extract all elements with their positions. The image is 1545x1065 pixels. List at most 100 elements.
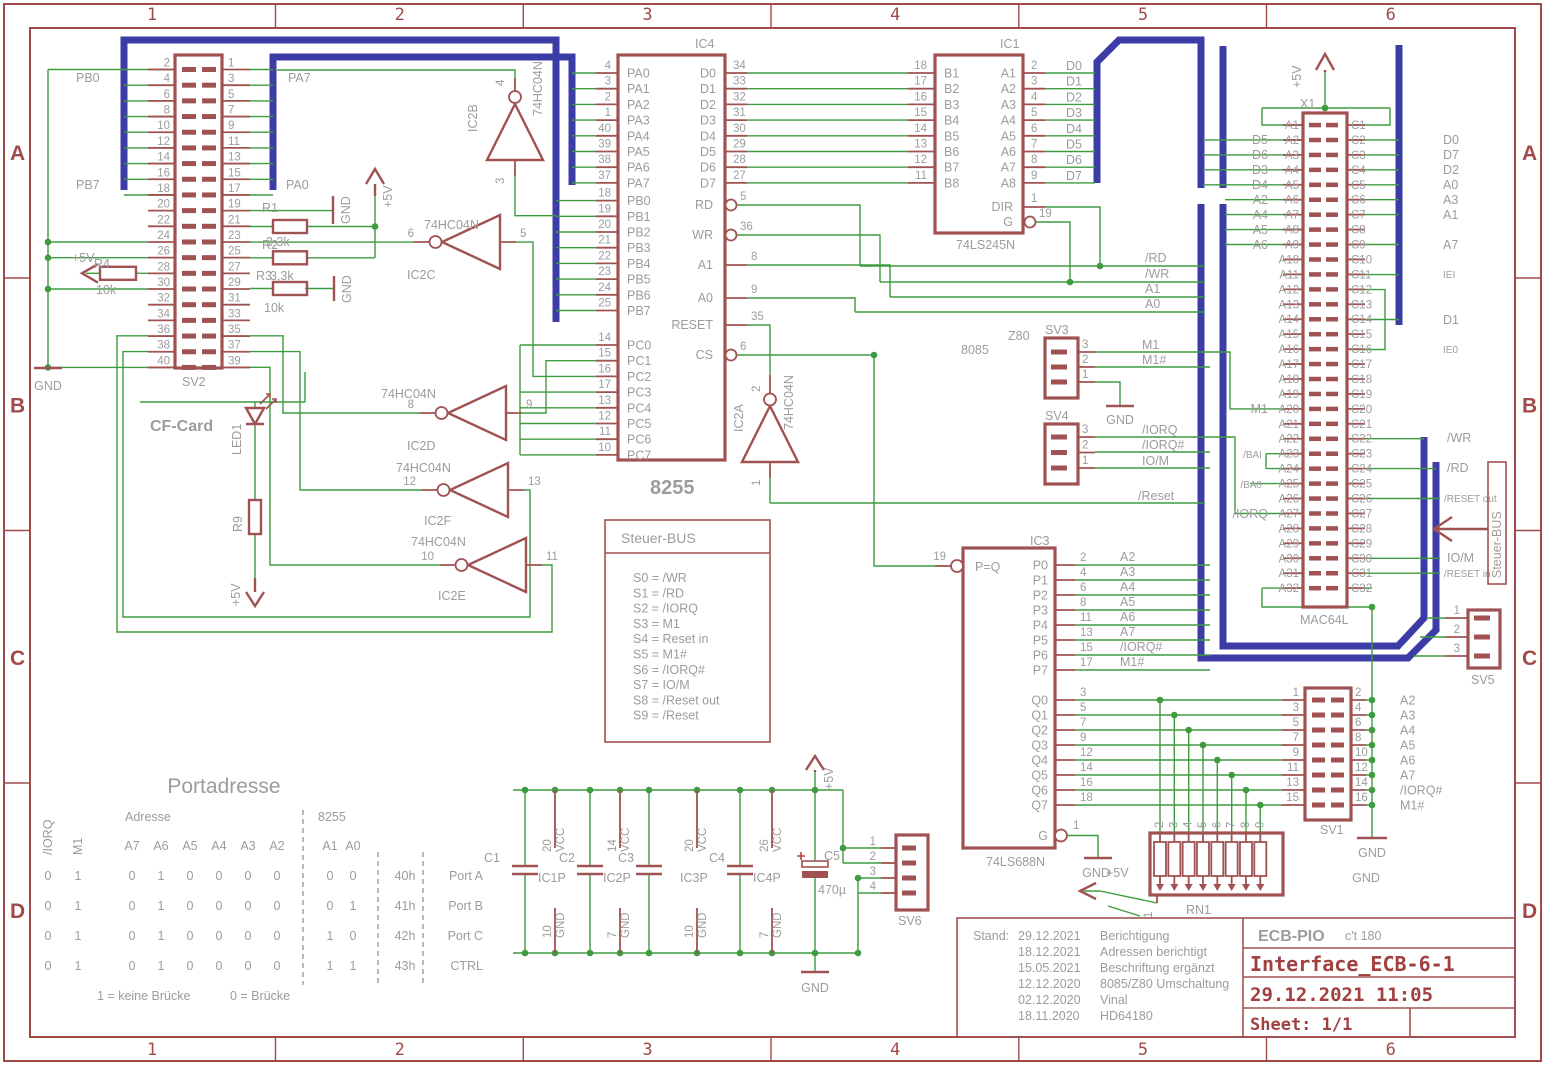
ic2b-part: 74HC04N xyxy=(531,61,545,116)
sv3-label: SV3 xyxy=(1045,323,1069,337)
x1-a-pin: A10 xyxy=(1279,254,1299,266)
x1-a-pin: A7 xyxy=(1285,210,1299,222)
x1-left-signals: D5 D6 D3 D4 A2 A4 A5 A6 M1 /BAI /BA0 /IO… xyxy=(1233,133,1269,521)
svg-text:1: 1 xyxy=(1073,820,1079,832)
ic1-b-num: 16 xyxy=(914,91,927,103)
ic3-g-bubble xyxy=(1055,830,1067,842)
ic2a-out-pin: 2 xyxy=(751,386,763,392)
svg-text:6: 6 xyxy=(740,341,746,353)
frame-row-left: C xyxy=(10,647,25,670)
svg-text:35: 35 xyxy=(751,311,764,323)
ic1-a-num: 5 xyxy=(1031,107,1037,119)
ic1-a-signal: D1 xyxy=(1066,75,1082,89)
x1-a-pin: A6 xyxy=(1285,195,1299,207)
ic1-name: IC1 xyxy=(1000,37,1020,51)
x1-c-pin: C21 xyxy=(1351,419,1372,431)
ic1-a-num: 4 xyxy=(1031,91,1038,103)
frame-col-top: 2 xyxy=(395,5,405,25)
svg-text:A0: A0 xyxy=(1443,178,1458,192)
r1-name: R1 xyxy=(262,201,278,215)
inverter-ic2a: 2 1 IC2A 74HC04N xyxy=(732,375,798,486)
svg-text:M1: M1 xyxy=(1251,402,1268,416)
svg-text:IEI: IEI xyxy=(1443,270,1455,281)
ic4-pb-name: PB4 xyxy=(627,257,651,271)
svg-text:GND: GND xyxy=(555,912,567,938)
rn1-arrow xyxy=(1156,884,1164,891)
ic4-pb-num: 21 xyxy=(598,235,611,247)
svg-text:IC4P: IC4P xyxy=(753,871,781,885)
rn1-resistor xyxy=(1226,842,1238,876)
sv2-pad-right xyxy=(202,302,216,307)
ic2f-part: 74HC04N xyxy=(396,461,451,475)
svg-text:0: 0 xyxy=(350,929,357,943)
ic4-pa-name: PA4 xyxy=(627,129,650,143)
rn1-resistor xyxy=(1211,842,1223,876)
x1-a-pin: A32 xyxy=(1279,583,1299,595)
frame-col-top: 6 xyxy=(1386,5,1396,25)
sv2-pin-number-right: 19 xyxy=(228,199,241,211)
legend-line: S7 = IO/M xyxy=(633,678,690,692)
tb-name: Interface_ECB-6-1 xyxy=(1250,952,1455,976)
ic4-d-name: D0 xyxy=(700,67,716,81)
sv2-pin-number-right: 9 xyxy=(228,120,234,132)
ic4-d-name: D2 xyxy=(700,98,716,112)
svg-text:10: 10 xyxy=(542,925,554,938)
svg-text:0: 0 xyxy=(45,959,52,973)
sv2-pin-number-right: 37 xyxy=(228,340,241,352)
ic2f-bubble xyxy=(438,484,450,496)
ic3-part: 74LS688N xyxy=(986,855,1045,869)
net-iom: IO/M xyxy=(1142,454,1169,468)
svg-text:5: 5 xyxy=(740,191,746,203)
ic3-q-num: 14 xyxy=(1080,762,1093,774)
legend-line: S6 = /IORQ# xyxy=(633,663,705,677)
svg-text:7: 7 xyxy=(759,932,771,938)
legend-line: S2 = /IORQ xyxy=(633,602,698,616)
ic2a-bubble xyxy=(764,394,776,406)
ic2e-bubble xyxy=(456,559,468,571)
r9-name: R9 xyxy=(231,516,245,532)
frame-row-left: B xyxy=(10,395,25,418)
ic1-b-num: 11 xyxy=(915,170,927,182)
rn1-pin1-num: 1 xyxy=(1143,912,1155,918)
sv6-pin-num: 3 xyxy=(870,866,876,878)
svg-text:41h: 41h xyxy=(395,899,416,913)
porttable-m1-header: M1 xyxy=(71,838,85,855)
ic4-pa-name: PA1 xyxy=(627,82,650,96)
porttable-row: 0 1 0 1 0 0 0 0 1 0 42h Port C xyxy=(45,929,483,943)
ic1-part: 74LS245N xyxy=(956,238,1015,252)
svg-text:VCC: VCC xyxy=(555,828,567,852)
x1-c-pin: C8 xyxy=(1351,225,1366,237)
x1-a-pin: A31 xyxy=(1279,568,1299,580)
ic1-g: G xyxy=(1003,215,1013,229)
ic4-pb-num: 20 xyxy=(598,219,611,231)
svg-text:D6: D6 xyxy=(1252,148,1268,162)
cap-c5-group: +5V C5 470µ GND xyxy=(797,756,846,995)
sv2-pin-number-left: 20 xyxy=(157,199,170,211)
sv2-pin-number-left: 12 xyxy=(157,136,170,148)
ic2f-name: IC2F xyxy=(424,514,451,528)
sv2-pad-left xyxy=(182,287,196,292)
ic4-part: 8255 xyxy=(650,477,695,499)
x1-a-pin: A5 xyxy=(1285,180,1299,192)
net-m1: M1 xyxy=(1142,338,1159,352)
frame-col-top: 5 xyxy=(1138,5,1148,25)
x1-a-pin: A21 xyxy=(1279,419,1299,431)
ic4-pb-name: PB0 xyxy=(627,194,651,208)
rn1-resistor xyxy=(1183,842,1195,876)
ic3-q-num: 3 xyxy=(1080,687,1086,699)
ic1-b-name: B8 xyxy=(944,176,959,190)
x1-c-pin: C11 xyxy=(1351,269,1371,281)
x1-a-pin: A27 xyxy=(1279,508,1299,520)
ic3-q-num: 16 xyxy=(1080,777,1093,789)
ic3-p-signal: A6 xyxy=(1120,610,1135,624)
ic3-q-num: 5 xyxy=(1080,702,1086,714)
ic1-a-num: 6 xyxy=(1031,123,1037,135)
svg-text:1: 1 xyxy=(75,959,82,973)
rn1-arrow xyxy=(1228,884,1236,891)
svg-text:0: 0 xyxy=(327,869,334,883)
ic4-d-num: 31 xyxy=(733,107,746,119)
ic3-q-num: 9 xyxy=(1080,732,1086,744)
svg-text:C3: C3 xyxy=(618,851,634,865)
rn1-pin-num: 8 xyxy=(1240,822,1252,828)
x1-a-pin: A26 xyxy=(1279,494,1299,506)
